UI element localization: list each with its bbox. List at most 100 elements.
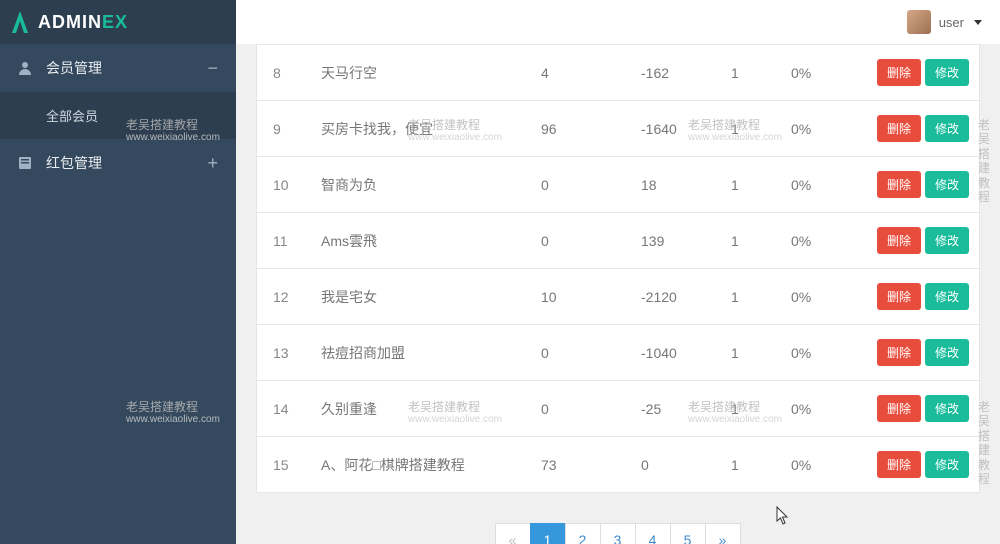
edit-button[interactable]: 修改	[925, 451, 969, 478]
row-col3: 4	[529, 45, 629, 101]
table-row: 14久别重逢0-2510%删除修改	[257, 381, 979, 437]
row-actions: 删除修改	[843, 101, 979, 157]
user-label: user	[939, 15, 964, 30]
row-col3: 73	[529, 437, 629, 493]
row-actions: 删除修改	[843, 437, 979, 493]
row-name: 买房卡找我，便宜	[309, 101, 529, 157]
row-col3: 0	[529, 325, 629, 381]
members-table: 8天马行空4-16210%删除修改9买房卡找我，便宜96-164010%删除修改…	[257, 44, 979, 492]
sidebar-subitem-all-members[interactable]: 全部会员	[0, 92, 236, 139]
row-index: 14	[257, 381, 309, 437]
row-col4: -1040	[629, 325, 719, 381]
sidebar-item-label: 红包管理	[46, 153, 102, 173]
edit-button[interactable]: 修改	[925, 171, 969, 198]
delete-button[interactable]: 删除	[877, 395, 921, 422]
row-index: 11	[257, 213, 309, 269]
pagination: « 12345 »	[236, 523, 1000, 544]
row-col5: 1	[719, 325, 779, 381]
logo[interactable]: ADMINEX	[0, 0, 236, 44]
row-index: 15	[257, 437, 309, 493]
row-col3: 0	[529, 157, 629, 213]
sidebar-submenu: 全部会员	[0, 92, 236, 139]
logo-text: ADMINEX	[38, 12, 128, 33]
row-col4: -25	[629, 381, 719, 437]
sidebar-item-members[interactable]: 会员管理 −	[0, 44, 236, 92]
row-col4: 0	[629, 437, 719, 493]
table-row: 11Ams雲飛013910%删除修改	[257, 213, 979, 269]
book-icon	[18, 156, 32, 170]
row-index: 10	[257, 157, 309, 213]
table-row: 13祛痘招商加盟0-104010% 删除修改	[257, 325, 979, 381]
table-row: 9买房卡找我，便宜96-164010%删除修改	[257, 101, 979, 157]
row-name: 智商为负	[309, 157, 529, 213]
edit-button[interactable]: 修改	[925, 227, 969, 254]
row-index: 8	[257, 45, 309, 101]
row-col4: 139	[629, 213, 719, 269]
row-actions: 删除修改	[843, 157, 979, 213]
page-next[interactable]: »	[705, 523, 741, 544]
data-table-card: 8天马行空4-16210%删除修改9买房卡找我，便宜96-164010%删除修改…	[256, 44, 980, 493]
edit-button[interactable]: 修改	[925, 59, 969, 86]
table-row: 10智商为负01810%删除修改	[257, 157, 979, 213]
row-index: 13	[257, 325, 309, 381]
row-actions: 删除修改	[843, 45, 979, 101]
row-col6: 0%	[779, 101, 843, 157]
row-col4: -1640	[629, 101, 719, 157]
row-col3: 0	[529, 381, 629, 437]
page-number[interactable]: 2	[565, 523, 601, 544]
row-name: 我是宅女	[309, 269, 529, 325]
delete-button[interactable]: 删除	[877, 171, 921, 198]
row-actions: 删除修改	[843, 213, 979, 269]
header-user-menu[interactable]: user	[907, 10, 982, 34]
edit-button[interactable]: 修改	[925, 283, 969, 310]
delete-button[interactable]: 删除	[877, 283, 921, 310]
main-content: 8天马行空4-16210%删除修改9买房卡找我，便宜96-164010%删除修改…	[236, 44, 1000, 544]
row-col4: -2120	[629, 269, 719, 325]
row-actions: 删除修改	[843, 269, 979, 325]
page-number[interactable]: 4	[635, 523, 671, 544]
delete-button[interactable]: 删除	[877, 451, 921, 478]
app-header: ADMINEX user	[0, 0, 1000, 44]
delete-button[interactable]: 删除	[877, 59, 921, 86]
row-col4: 18	[629, 157, 719, 213]
edit-button[interactable]: 修改	[925, 115, 969, 142]
row-col5: 1	[719, 157, 779, 213]
row-name: 祛痘招商加盟	[309, 325, 529, 381]
row-index: 12	[257, 269, 309, 325]
row-actions: 删除修改	[843, 381, 979, 437]
row-index: 9	[257, 101, 309, 157]
row-col3: 0	[529, 213, 629, 269]
sidebar-item-label: 会员管理	[46, 58, 102, 78]
delete-button[interactable]: 删除	[877, 227, 921, 254]
page-prev[interactable]: «	[495, 523, 531, 544]
edit-button[interactable]: 修改	[925, 339, 969, 366]
row-col5: 1	[719, 45, 779, 101]
row-col5: 1	[719, 101, 779, 157]
delete-button[interactable]: 删除	[877, 339, 921, 366]
collapse-icon: −	[207, 59, 218, 77]
table-row: 8天马行空4-16210%删除修改	[257, 45, 979, 101]
caret-down-icon	[974, 20, 982, 25]
page-number[interactable]: 3	[600, 523, 636, 544]
row-col6: 0%	[779, 325, 843, 381]
sidebar-item-redpacket[interactable]: 红包管理 +	[0, 139, 236, 187]
user-icon	[18, 61, 32, 75]
table-row: 15A、阿花□棋牌搭建教程73010%删除修改	[257, 437, 979, 493]
sidebar: 会员管理 − 全部会员 红包管理 +	[0, 44, 236, 544]
row-col4: -162	[629, 45, 719, 101]
row-name: 天马行空	[309, 45, 529, 101]
row-col6: 0%	[779, 45, 843, 101]
page-number[interactable]: 5	[670, 523, 706, 544]
avatar	[907, 10, 931, 34]
row-col6: 0%	[779, 381, 843, 437]
row-col6: 0%	[779, 437, 843, 493]
row-name: A、阿花□棋牌搭建教程	[309, 437, 529, 493]
delete-button[interactable]: 删除	[877, 115, 921, 142]
row-col3: 10	[529, 269, 629, 325]
row-name: 久别重逢	[309, 381, 529, 437]
logo-icon	[10, 9, 30, 35]
row-col5: 1	[719, 213, 779, 269]
edit-button[interactable]: 修改	[925, 395, 969, 422]
row-col5: 1	[719, 269, 779, 325]
page-number[interactable]: 1	[530, 523, 566, 544]
